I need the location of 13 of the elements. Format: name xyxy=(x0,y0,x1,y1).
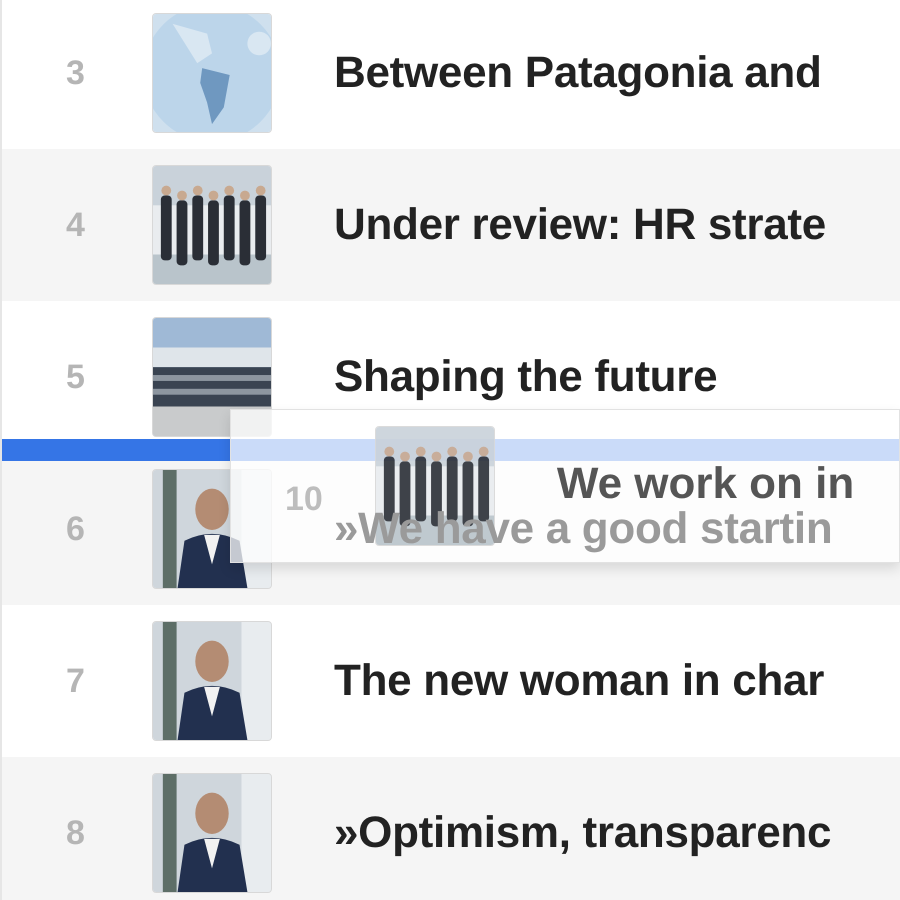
row-number: 8 xyxy=(65,812,86,854)
article-title: We work on in xyxy=(556,462,854,506)
row-number: 3 xyxy=(65,52,86,94)
row-number: 7 xyxy=(65,660,86,702)
row-number: 10 xyxy=(285,479,323,520)
row-number: 5 xyxy=(65,356,86,398)
row-number: 6 xyxy=(65,508,86,550)
article-title: The new woman in char xyxy=(334,659,824,703)
article-title: Under review: HR strate xyxy=(334,203,826,247)
article-title: Shaping the future xyxy=(334,355,718,399)
article-title: Between Patagonia and xyxy=(334,51,822,95)
row-number: 4 xyxy=(65,204,86,246)
article-title: »Optimism, transparenc xyxy=(334,811,832,855)
